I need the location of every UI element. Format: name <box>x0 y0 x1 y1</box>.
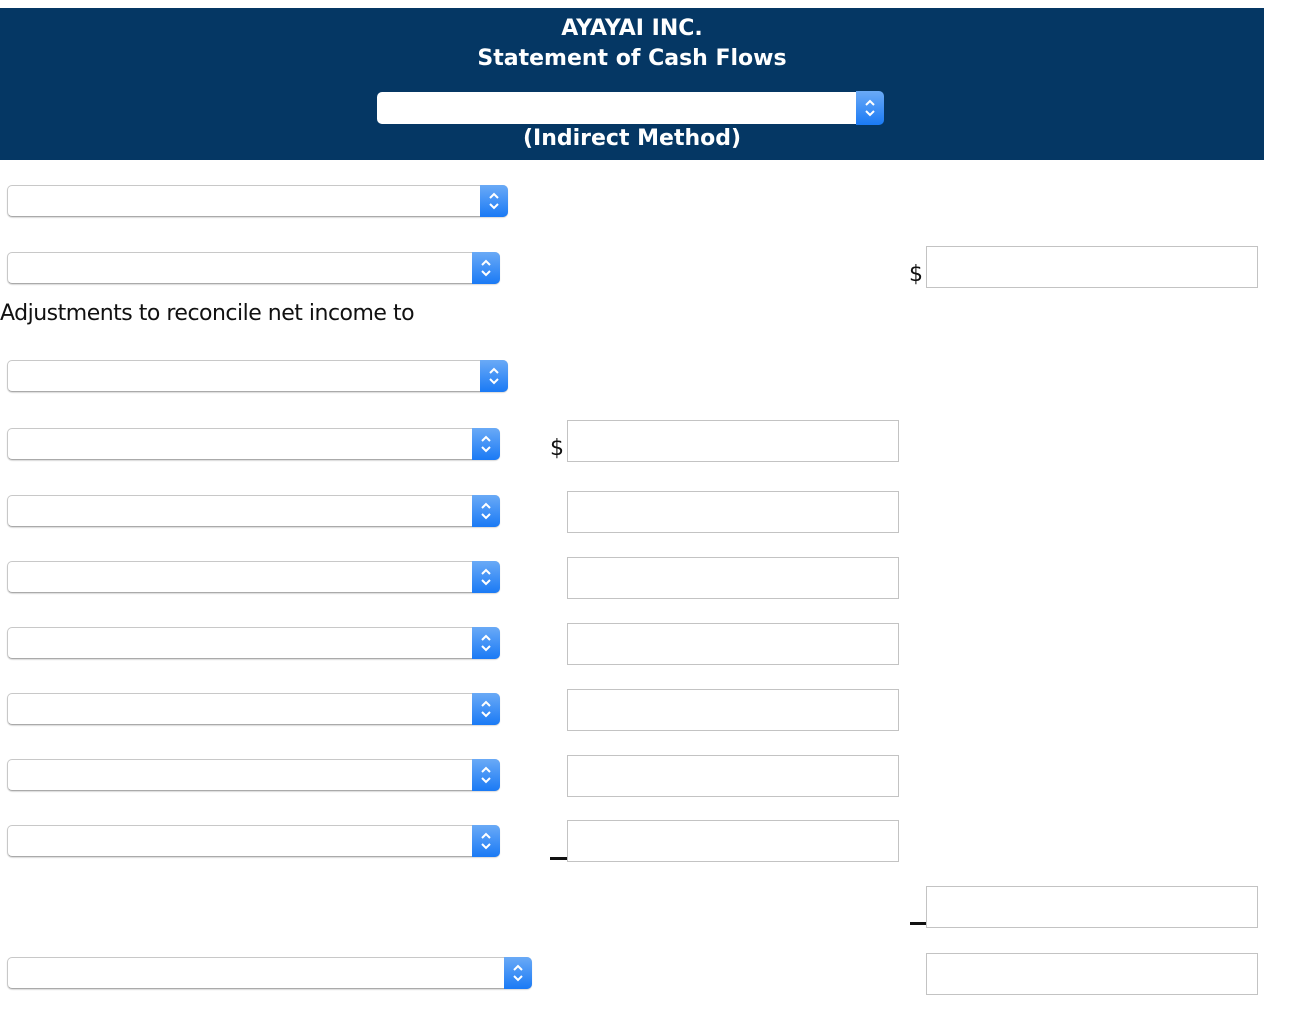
adjustment-amount-input[interactable] <box>567 420 899 462</box>
up-down-chevron-icon <box>472 495 500 527</box>
adjustment-amount-input[interactable] <box>567 689 899 731</box>
up-down-chevron-icon <box>472 627 500 659</box>
net-cash-select[interactable] <box>7 957 532 989</box>
up-down-chevron-icon <box>480 185 508 217</box>
adjustment-select[interactable] <box>7 561 500 593</box>
adjustment-select[interactable] <box>7 428 500 460</box>
method-label: (Indirect Method) <box>522 126 742 151</box>
adjustments-label: Adjustments to reconcile net income to <box>0 301 415 326</box>
up-down-chevron-icon <box>480 360 508 392</box>
statement-header: AYAYAI INC. Statement of Cash Flows (Ind… <box>0 8 1264 160</box>
up-down-chevron-icon <box>472 252 500 284</box>
adjustment-amount-input[interactable] <box>567 820 899 862</box>
adjustment-amount-input[interactable] <box>567 491 899 533</box>
up-down-chevron-icon <box>472 428 500 460</box>
adjustment-select[interactable] <box>7 627 500 659</box>
subtotal-underline <box>550 857 567 860</box>
adjustment-amount-input[interactable] <box>567 755 899 797</box>
subtotal-underline <box>910 922 927 925</box>
up-down-chevron-icon <box>472 825 500 857</box>
net-income-select[interactable] <box>7 252 500 284</box>
net-income-amount-input[interactable] <box>926 246 1258 288</box>
company-name: AYAYAI INC. <box>561 16 703 41</box>
up-down-chevron-icon <box>472 759 500 791</box>
net-cash-amount-input[interactable] <box>926 953 1258 995</box>
currency-symbol: $ <box>550 436 564 461</box>
adjustment-select[interactable] <box>7 693 500 725</box>
up-down-chevron-icon <box>504 957 532 989</box>
adjustment-select[interactable] <box>7 825 500 857</box>
currency-symbol: $ <box>909 262 923 287</box>
up-down-chevron-icon <box>856 91 884 125</box>
period-select[interactable] <box>377 91 884 125</box>
adjustment-amount-input[interactable] <box>567 557 899 599</box>
statement-title: Statement of Cash Flows <box>477 46 787 71</box>
adjustment-select[interactable] <box>7 495 500 527</box>
adjustment-header-select[interactable] <box>7 360 508 392</box>
total-adjustments-input[interactable] <box>926 886 1258 928</box>
section-select[interactable] <box>7 185 508 217</box>
adjustment-amount-input[interactable] <box>567 623 899 665</box>
up-down-chevron-icon <box>472 561 500 593</box>
up-down-chevron-icon <box>472 693 500 725</box>
adjustment-select[interactable] <box>7 759 500 791</box>
